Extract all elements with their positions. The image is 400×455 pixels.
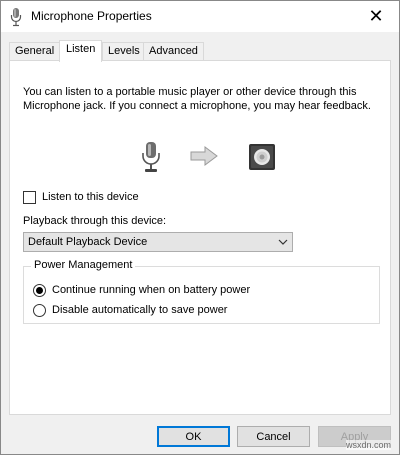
- playback-device-value: Default Playback Device: [28, 236, 148, 248]
- playback-label: Playback through this device:: [23, 215, 167, 227]
- listen-checkbox-label: Listen to this device: [42, 191, 139, 203]
- listen-checkbox-row[interactable]: Listen to this device: [23, 189, 139, 205]
- disable-auto-label: Disable automatically to save power: [52, 304, 228, 316]
- watermark-text: wsxdn.com: [345, 440, 391, 450]
- tab-advanced[interactable]: Advanced: [143, 42, 204, 61]
- speaker-icon: [249, 144, 275, 170]
- power-management-title: Power Management: [31, 259, 136, 271]
- disable-auto-radio[interactable]: [33, 303, 46, 317]
- properties-window: Microphone Properties ✕ General Listen L…: [0, 0, 400, 455]
- title-bar: Microphone Properties ✕: [1, 1, 399, 32]
- right-arrow-icon: [190, 146, 218, 166]
- microphone-icon: [10, 8, 22, 27]
- power-option-disable[interactable]: Disable automatically to save power: [33, 302, 227, 318]
- ok-button[interactable]: OK: [157, 426, 230, 447]
- playback-device-dropdown[interactable]: Default Playback Device: [23, 232, 293, 252]
- power-management-group: Power Management Continue running when o…: [23, 259, 380, 324]
- window-title: Microphone Properties: [31, 9, 152, 23]
- listen-panel: You can listen to a portable music playe…: [9, 60, 391, 415]
- continue-running-radio[interactable]: [33, 283, 46, 297]
- tab-listen[interactable]: Listen: [59, 40, 103, 62]
- microphone-device-icon: [142, 142, 160, 172]
- tab-general[interactable]: General: [9, 42, 61, 61]
- close-icon: ✕: [368, 6, 384, 26]
- power-option-continue[interactable]: Continue running when on battery power: [33, 282, 250, 298]
- tab-levels[interactable]: Levels: [102, 42, 146, 61]
- close-button[interactable]: ✕: [353, 1, 399, 32]
- tab-strip: General Listen Levels Advanced: [9, 40, 391, 62]
- chevron-down-icon: [278, 239, 288, 245]
- continue-running-label: Continue running when on battery power: [52, 284, 251, 296]
- cancel-button[interactable]: Cancel: [237, 426, 310, 447]
- listen-checkbox[interactable]: [23, 190, 36, 204]
- listen-description: You can listen to a portable music playe…: [23, 86, 371, 112]
